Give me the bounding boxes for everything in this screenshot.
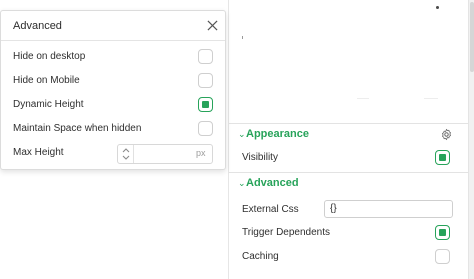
canvas-mark bbox=[242, 36, 243, 39]
visibility-label: Visibility bbox=[242, 152, 278, 163]
hide-on-mobile-checkbox[interactable] bbox=[198, 73, 213, 88]
external-css-row: External Css {} bbox=[229, 199, 469, 221]
dynamic-height-checkbox[interactable] bbox=[198, 97, 213, 112]
popup-header: Advanced bbox=[1, 11, 225, 41]
popup-title: Advanced bbox=[13, 20, 62, 32]
advanced-section-header[interactable]: ⌄ Advanced bbox=[229, 173, 469, 195]
trigger-dependents-row: Trigger Dependents bbox=[229, 222, 469, 244]
maintain-space-row: Maintain Space when hidden bbox=[1, 118, 225, 140]
trigger-dependents-label: Trigger Dependents bbox=[242, 227, 331, 238]
unit-label: px bbox=[196, 148, 206, 158]
caching-label: Caching bbox=[242, 251, 279, 262]
hide-on-desktop-checkbox[interactable] bbox=[198, 49, 213, 64]
scrollbar[interactable] bbox=[468, 0, 474, 279]
maintain-space-checkbox[interactable] bbox=[198, 121, 213, 136]
trigger-dependents-checkbox[interactable] bbox=[435, 225, 450, 240]
more-icon[interactable] bbox=[436, 6, 439, 9]
chevron-up-icon[interactable] bbox=[121, 146, 131, 154]
max-height-stepper[interactable]: px bbox=[117, 144, 213, 164]
hide-on-mobile-label: Hide on Mobile bbox=[13, 75, 80, 86]
external-css-label: External Css bbox=[242, 204, 299, 215]
visibility-row: Visibility bbox=[229, 147, 469, 169]
hide-on-desktop-row: Hide on desktop bbox=[1, 46, 225, 68]
dynamic-height-label: Dynamic Height bbox=[13, 99, 84, 110]
max-height-label: Max Height bbox=[13, 147, 64, 158]
stepper-arrows bbox=[118, 145, 134, 163]
properties-panel: ⌄ Appearance Visibility ⌄ Advanced Exter… bbox=[228, 0, 469, 279]
hide-on-mobile-row: Hide on Mobile bbox=[1, 70, 225, 92]
scrollbar-thumb[interactable] bbox=[470, 2, 474, 72]
appearance-section-header[interactable]: ⌄ Appearance bbox=[229, 124, 469, 146]
caching-checkbox[interactable] bbox=[435, 249, 450, 264]
visibility-checkbox[interactable] bbox=[435, 150, 450, 165]
maintain-space-label: Maintain Space when hidden bbox=[13, 123, 142, 134]
external-css-input[interactable]: {} bbox=[324, 200, 453, 218]
chevron-down-icon: ⌄ bbox=[238, 178, 246, 188]
section-title: Advanced bbox=[246, 177, 299, 189]
section-title: Appearance bbox=[246, 128, 309, 140]
chevron-down-icon: ⌄ bbox=[238, 129, 246, 139]
divider bbox=[357, 98, 369, 99]
hide-on-desktop-label: Hide on desktop bbox=[13, 51, 86, 62]
gear-icon[interactable] bbox=[440, 128, 453, 141]
divider bbox=[424, 98, 438, 99]
advanced-popup: Advanced Hide on desktop Hide on Mobile … bbox=[0, 10, 226, 170]
dynamic-height-row: Dynamic Height bbox=[1, 94, 225, 116]
caching-row: Caching bbox=[229, 246, 469, 268]
chevron-down-icon[interactable] bbox=[121, 154, 131, 162]
close-icon[interactable] bbox=[207, 20, 218, 31]
